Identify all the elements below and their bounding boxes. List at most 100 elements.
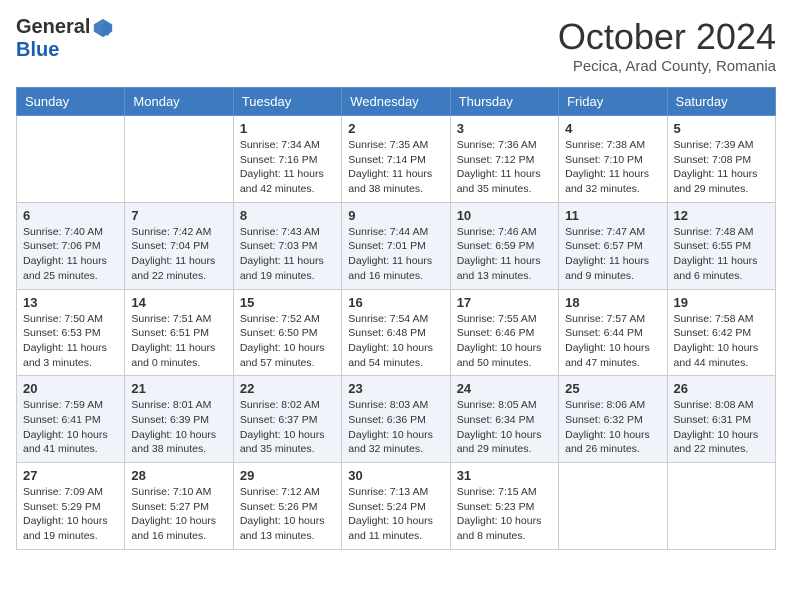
day-header-sunday: Sunday [17, 88, 125, 116]
calendar-cell: 31 Sunrise: 7:15 AMSunset: 5:23 PMDayligh… [450, 463, 558, 550]
day-number: 31 [457, 468, 552, 483]
calendar-cell [559, 463, 667, 550]
calendar-cell: 29 Sunrise: 7:12 AMSunset: 5:26 PMDayligh… [233, 463, 341, 550]
day-number: 26 [674, 381, 769, 396]
day-number: 20 [23, 381, 118, 396]
day-number: 18 [565, 295, 660, 310]
calendar-week-3: 13 Sunrise: 7:50 AMSunset: 6:53 PMDayligh… [17, 289, 776, 376]
day-info: Sunrise: 7:36 AMSunset: 7:12 PMDaylight:… [457, 138, 552, 197]
calendar-cell: 12 Sunrise: 7:48 AMSunset: 6:55 PMDayligh… [667, 202, 775, 289]
day-info: Sunrise: 7:44 AMSunset: 7:01 PMDaylight:… [348, 225, 443, 284]
day-info: Sunrise: 7:39 AMSunset: 7:08 PMDaylight:… [674, 138, 769, 197]
day-number: 21 [131, 381, 226, 396]
day-number: 28 [131, 468, 226, 483]
calendar-cell: 16 Sunrise: 7:54 AMSunset: 6:48 PMDayligh… [342, 289, 450, 376]
location-subtitle: Pecica, Arad County, Romania [558, 58, 776, 75]
day-info: Sunrise: 7:10 AMSunset: 5:27 PMDaylight:… [131, 485, 226, 544]
day-info: Sunrise: 7:09 AMSunset: 5:29 PMDaylight:… [23, 485, 118, 544]
calendar-cell: 23Sunrise: 8:03 AMSunset: 6:36 PMDayligh… [342, 376, 450, 463]
calendar-cell: 30 Sunrise: 7:13 AMSunset: 5:24 PMDayligh… [342, 463, 450, 550]
calendar-cell: 20 Sunrise: 7:59 AMSunset: 6:41 PMDayligh… [17, 376, 125, 463]
day-number: 13 [23, 295, 118, 310]
day-info: Sunrise: 7:48 AMSunset: 6:55 PMDaylight:… [674, 225, 769, 284]
calendar-week-2: 6Sunrise: 7:40 AMSunset: 7:06 PMDaylight… [17, 202, 776, 289]
calendar-cell: 8 Sunrise: 7:43 AMSunset: 7:03 PMDaylight… [233, 202, 341, 289]
logo-icon [92, 17, 114, 39]
day-number: 14 [131, 295, 226, 310]
day-header-friday: Friday [559, 88, 667, 116]
calendar-week-5: 27 Sunrise: 7:09 AMSunset: 5:29 PMDayligh… [17, 463, 776, 550]
calendar-cell [125, 116, 233, 203]
day-number: 2 [348, 121, 443, 136]
calendar-cell: 4 Sunrise: 7:38 AMSunset: 7:10 PMDaylight… [559, 116, 667, 203]
calendar-cell: 21 Sunrise: 8:01 AMSunset: 6:39 PMDayligh… [125, 376, 233, 463]
calendar-cell: 9 Sunrise: 7:44 AMSunset: 7:01 PMDaylight… [342, 202, 450, 289]
day-number: 11 [565, 208, 660, 223]
calendar-week-1: 1Sunrise: 7:34 AMSunset: 7:16 PMDaylight… [17, 116, 776, 203]
calendar-cell: 28 Sunrise: 7:10 AMSunset: 5:27 PMDayligh… [125, 463, 233, 550]
day-info: Sunrise: 8:01 AMSunset: 6:39 PMDaylight:… [131, 398, 226, 457]
day-info: Sunrise: 7:52 AMSunset: 6:50 PMDaylight:… [240, 312, 335, 371]
day-number: 12 [674, 208, 769, 223]
logo: General Blue [16, 16, 114, 62]
day-info: Sunrise: 7:35 AMSunset: 7:14 PMDaylight:… [348, 138, 443, 197]
day-info: Sunrise: 7:51 AMSunset: 6:51 PMDaylight:… [131, 312, 226, 371]
day-number: 15 [240, 295, 335, 310]
day-header-thursday: Thursday [450, 88, 558, 116]
day-info: Sunrise: 7:40 AMSunset: 7:06 PMDaylight:… [23, 225, 118, 284]
calendar-cell: 14 Sunrise: 7:51 AMSunset: 6:51 PMDayligh… [125, 289, 233, 376]
page-header: General Blue October 2024 Pecica, Arad C… [16, 16, 776, 75]
day-info: Sunrise: 7:47 AMSunset: 6:57 PMDaylight:… [565, 225, 660, 284]
calendar-cell: 17 Sunrise: 7:55 AMSunset: 6:46 PMDayligh… [450, 289, 558, 376]
calendar-cell: 22 Sunrise: 8:02 AMSunset: 6:37 PMDayligh… [233, 376, 341, 463]
day-info: Sunrise: 7:54 AMSunset: 6:48 PMDaylight:… [348, 312, 443, 371]
day-number: 4 [565, 121, 660, 136]
day-number: 17 [457, 295, 552, 310]
calendar-cell: 11 Sunrise: 7:47 AMSunset: 6:57 PMDayligh… [559, 202, 667, 289]
day-number: 10 [457, 208, 552, 223]
day-number: 7 [131, 208, 226, 223]
logo-general: General [16, 16, 90, 39]
day-number: 1 [240, 121, 335, 136]
day-info: Sunrise: 7:43 AMSunset: 7:03 PMDaylight:… [240, 225, 335, 284]
calendar-cell: 10 Sunrise: 7:46 AMSunset: 6:59 PMDayligh… [450, 202, 558, 289]
month-title: October 2024 [558, 16, 776, 58]
day-number: 27 [23, 468, 118, 483]
calendar-cell: 15 Sunrise: 7:52 AMSunset: 6:50 PMDayligh… [233, 289, 341, 376]
calendar-cell: 3Sunrise: 7:36 AMSunset: 7:12 PMDaylight… [450, 116, 558, 203]
calendar-cell: 27 Sunrise: 7:09 AMSunset: 5:29 PMDayligh… [17, 463, 125, 550]
day-info: Sunrise: 7:12 AMSunset: 5:26 PMDaylight:… [240, 485, 335, 544]
day-header-tuesday: Tuesday [233, 88, 341, 116]
day-info: Sunrise: 7:38 AMSunset: 7:10 PMDaylight:… [565, 138, 660, 197]
day-info: Sunrise: 7:15 AMSunset: 5:23 PMDaylight:… [457, 485, 552, 544]
day-info: Sunrise: 8:06 AMSunset: 6:32 PMDaylight:… [565, 398, 660, 457]
day-info: Sunrise: 7:46 AMSunset: 6:59 PMDaylight:… [457, 225, 552, 284]
day-info: Sunrise: 8:08 AMSunset: 6:31 PMDaylight:… [674, 398, 769, 457]
calendar-cell: 13 Sunrise: 7:50 AMSunset: 6:53 PMDayligh… [17, 289, 125, 376]
calendar-cell [17, 116, 125, 203]
day-number: 16 [348, 295, 443, 310]
day-header-monday: Monday [125, 88, 233, 116]
day-number: 23 [348, 381, 443, 396]
day-info: Sunrise: 7:50 AMSunset: 6:53 PMDaylight:… [23, 312, 118, 371]
calendar-cell: 24Sunrise: 8:05 AMSunset: 6:34 PMDayligh… [450, 376, 558, 463]
day-info: Sunrise: 8:02 AMSunset: 6:37 PMDaylight:… [240, 398, 335, 457]
day-info: Sunrise: 7:55 AMSunset: 6:46 PMDaylight:… [457, 312, 552, 371]
day-number: 30 [348, 468, 443, 483]
day-info: Sunrise: 7:57 AMSunset: 6:44 PMDaylight:… [565, 312, 660, 371]
title-section: October 2024 Pecica, Arad County, Romani… [558, 16, 776, 75]
day-info: Sunrise: 7:59 AMSunset: 6:41 PMDaylight:… [23, 398, 118, 457]
day-number: 5 [674, 121, 769, 136]
day-number: 9 [348, 208, 443, 223]
day-number: 29 [240, 468, 335, 483]
day-info: Sunrise: 8:05 AMSunset: 6:34 PMDaylight:… [457, 398, 552, 457]
day-info: Sunrise: 7:13 AMSunset: 5:24 PMDaylight:… [348, 485, 443, 544]
calendar-cell: 18 Sunrise: 7:57 AMSunset: 6:44 PMDayligh… [559, 289, 667, 376]
calendar-cell: 25 Sunrise: 8:06 AMSunset: 6:32 PMDayligh… [559, 376, 667, 463]
day-number: 8 [240, 208, 335, 223]
day-number: 22 [240, 381, 335, 396]
calendar-header: SundayMondayTuesdayWednesdayThursdayFrid… [17, 88, 776, 116]
day-number: 25 [565, 381, 660, 396]
calendar-week-4: 20 Sunrise: 7:59 AMSunset: 6:41 PMDayligh… [17, 376, 776, 463]
calendar-cell: 7Sunrise: 7:42 AMSunset: 7:04 PMDaylight… [125, 202, 233, 289]
